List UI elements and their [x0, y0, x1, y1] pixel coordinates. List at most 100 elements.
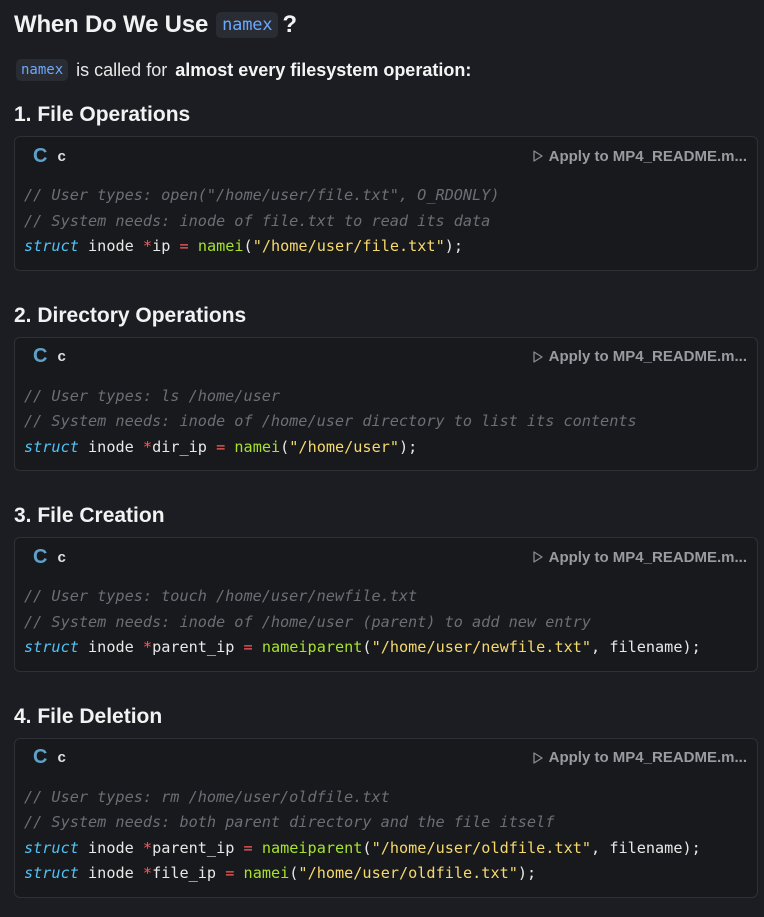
c-language-icon: C — [33, 746, 48, 768]
variable-token: dir_ip — [152, 437, 207, 456]
apply-button[interactable]: Apply to MP4_README.m... — [532, 749, 747, 766]
type-token: inode — [88, 864, 134, 882]
document: When Do We Use namex ? namex is called f… — [0, 0, 764, 898]
code-block: Cc Apply to MP4_README.m... // User types:… — [14, 537, 758, 672]
title-text: When Do We Use — [14, 11, 209, 38]
c-language-icon: C — [33, 144, 48, 167]
section-heading: 4. File Deletion — [14, 704, 163, 728]
c-language-icon: C — [33, 345, 48, 367]
rest-token: , filename); — [591, 838, 701, 857]
rest-token: , filename); — [591, 638, 701, 656]
section-heading: 2. Directory Operations — [14, 303, 247, 327]
code-block-header: Cc Apply to MP4_README.m... — [15, 338, 757, 376]
language-indicator: Cc — [33, 145, 66, 168]
apply-button[interactable]: Apply to MP4_README.m... — [532, 348, 747, 365]
operator-token: = — [179, 237, 189, 255]
operator-token: = — [225, 864, 235, 882]
code-comment: // System needs: inode of file.txt to re… — [24, 211, 491, 230]
apply-button[interactable]: Apply to MP4_README.m... — [532, 548, 747, 566]
code-line: struct inode *parent_ip = nameiparent("/… — [24, 836, 747, 862]
code-block-header: Cc Apply to MP4_README.m... — [15, 137, 757, 175]
apply-label: Apply to MP4_README.m... — [548, 147, 747, 165]
code-content: // User types: rm /home/user/oldfile.txt… — [15, 777, 757, 897]
code-comment: // System needs: both parent directory a… — [24, 813, 555, 831]
code-comment: // User types: rm /home/user/oldfile.txt — [24, 787, 390, 806]
string-token: "/home/user" — [289, 437, 400, 456]
string-token: "/home/user/file.txt" — [252, 237, 445, 255]
language-label: c — [57, 348, 66, 365]
function-token: namei — [234, 437, 281, 456]
section-1: 1. File Operations Cc Apply to MP4_README.… — [14, 100, 764, 271]
code-comment: // User types: open("/home/user/file.txt… — [24, 186, 500, 204]
keyword-token: struct — [24, 864, 79, 882]
language-indicator: Cc — [33, 345, 66, 368]
operator-token: = — [243, 838, 253, 857]
paren-token: ( — [280, 437, 290, 456]
code-block-header: Cc Apply to MP4_README.m... — [15, 538, 757, 576]
paren-token: ( — [362, 638, 372, 656]
keyword-token: struct — [24, 838, 79, 857]
pointer-token: * — [142, 838, 153, 857]
operator-token: = — [243, 638, 253, 656]
c-language-icon: C — [33, 545, 48, 568]
apply-label: Apply to MP4_README.m... — [548, 749, 747, 766]
code-line: struct inode *dir_ip = namei("/home/user… — [24, 435, 747, 461]
variable-token: file_ip — [152, 864, 217, 882]
type-token: inode — [88, 838, 134, 857]
apply-label: Apply to MP4_README.m... — [548, 548, 747, 566]
sections: 1. File Operations Cc Apply to MP4_README.… — [14, 100, 764, 898]
title-code: namex — [216, 12, 279, 38]
function-token: namei — [243, 864, 290, 882]
code-comment: // System needs: inode of /home/user (pa… — [24, 612, 591, 631]
intro-bold: almost every filesystem operation: — [175, 59, 472, 80]
play-icon — [532, 150, 543, 162]
keyword-token: struct — [24, 638, 79, 656]
code-line: struct inode *ip = namei("/home/user/fil… — [24, 234, 747, 260]
code-content: // User types: ls /home/user // System ne… — [15, 376, 757, 471]
pointer-token: * — [142, 638, 153, 656]
variable-token: ip — [152, 237, 171, 255]
apply-button[interactable]: Apply to MP4_README.m... — [532, 147, 747, 165]
function-token: namei — [197, 237, 244, 255]
type-token: inode — [88, 237, 134, 255]
variable-token: parent_ip — [152, 638, 235, 656]
section-4: 4. File Deletion Cc Apply to MP4_README.m.… — [14, 702, 764, 898]
string-token: "/home/user/oldfile.txt" — [371, 838, 592, 857]
language-indicator: Cc — [33, 746, 66, 769]
section-heading: 1. File Operations — [14, 103, 191, 126]
pointer-token: * — [142, 864, 153, 882]
code-comment: // User types: ls /home/user — [24, 386, 281, 405]
code-comment: // User types: touch /home/user/newfile.… — [24, 587, 418, 605]
paren-token: ( — [243, 237, 253, 255]
code-block-header: Cc Apply to MP4_README.m... — [15, 739, 757, 777]
intro-text: is called for — [76, 59, 168, 80]
play-icon — [532, 751, 543, 764]
section-heading: 3. File Creation — [14, 504, 165, 527]
code-comment: // System needs: inode of /home/user dir… — [24, 412, 637, 430]
language-indicator: Cc — [33, 546, 66, 569]
language-label: c — [57, 147, 66, 165]
code-line: struct inode *file_ip = namei("/home/use… — [24, 861, 747, 887]
code-block: Cc Apply to MP4_README.m... // User types:… — [14, 336, 758, 471]
language-label: c — [57, 749, 66, 766]
pointer-token: * — [142, 237, 153, 255]
function-token: nameiparent — [261, 638, 363, 656]
play-icon — [532, 551, 543, 563]
intro-paragraph: namex is called for almost every filesys… — [16, 58, 764, 82]
type-token: inode — [88, 638, 134, 656]
pointer-token: * — [142, 437, 153, 456]
page-title: When Do We Use namex ? — [14, 0, 764, 42]
rest-token: ); — [399, 437, 418, 456]
string-token: "/home/user/newfile.txt" — [371, 638, 592, 656]
function-token: nameiparent — [261, 838, 363, 857]
section-2: 2. Directory Operations Cc Apply to MP4_RE… — [14, 301, 764, 471]
intro-code: namex — [16, 59, 69, 81]
apply-label: Apply to MP4_README.m... — [548, 348, 747, 365]
rest-token: ); — [517, 864, 537, 882]
keyword-token: struct — [24, 437, 79, 456]
keyword-token: struct — [24, 237, 79, 255]
rest-token: ); — [444, 237, 464, 255]
type-token: inode — [88, 437, 134, 456]
code-content: // User types: touch /home/user/newfile.… — [15, 576, 757, 671]
language-label: c — [57, 548, 66, 566]
